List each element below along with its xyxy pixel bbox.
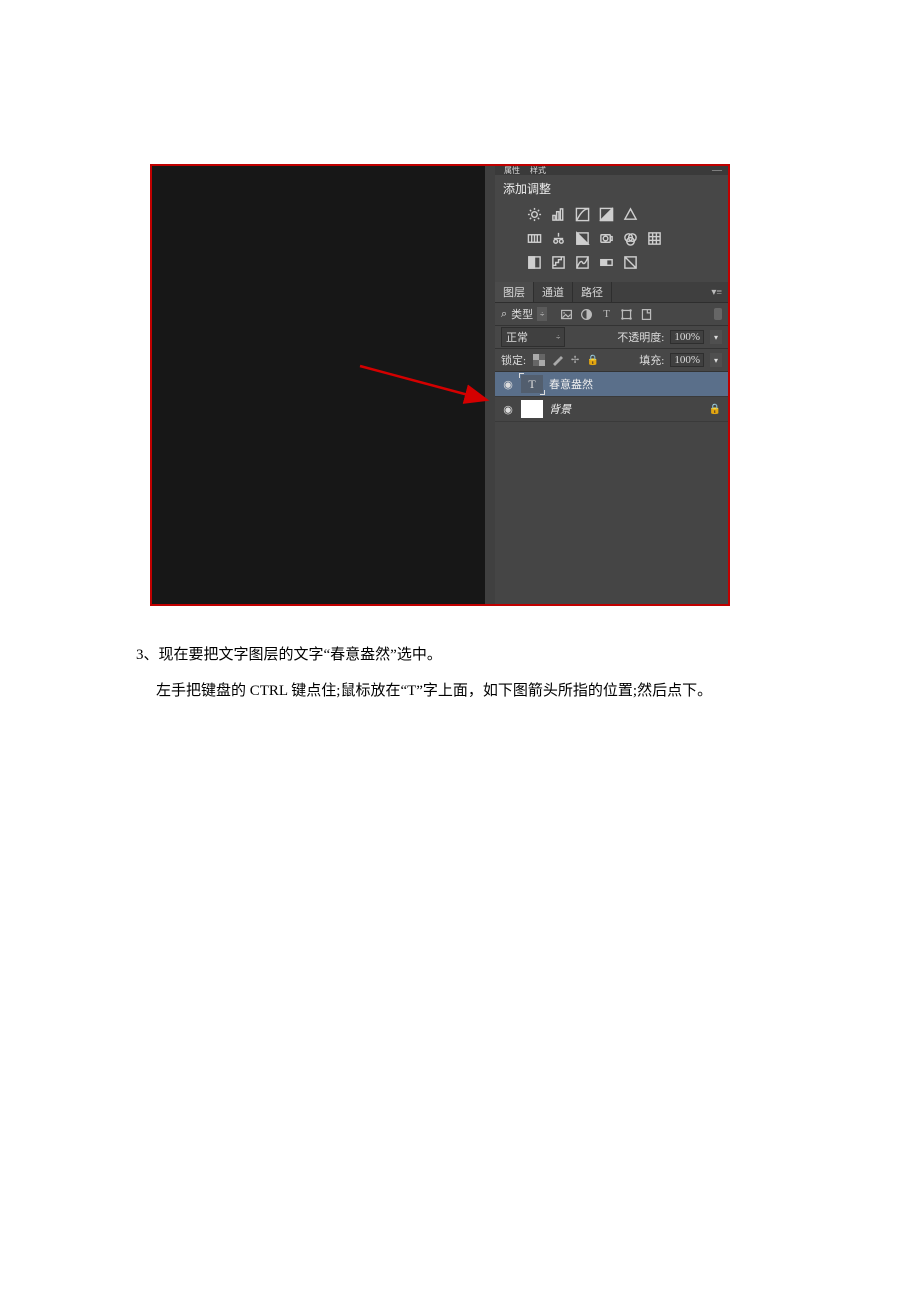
layer-row-text[interactable]: ◉ T 春意盎然 xyxy=(495,372,728,397)
panel-menu-icon[interactable]: ▾≡ xyxy=(711,287,722,298)
layer-lock-icon: 🔒 xyxy=(708,402,722,416)
channel-mixer-icon[interactable] xyxy=(621,229,639,247)
instruction-detail: 左手把键盘的 CTRL 键点住;鼠标放在“T”字上面，如下图箭头所指的位置;然后… xyxy=(156,676,712,706)
fill-label: 填充: xyxy=(639,352,664,368)
invert-icon[interactable] xyxy=(525,253,543,271)
filter-text-icon[interactable]: T xyxy=(599,307,614,322)
text-layer-thumbnail[interactable]: T xyxy=(521,375,543,393)
canvas-area xyxy=(152,166,485,604)
instruction-step-3: 3、现在要把文字图层的文字“春意盎然”选中。 xyxy=(136,640,442,670)
tab-layers[interactable]: 图层 xyxy=(495,282,534,302)
blend-mode-select[interactable]: 正常 ÷ xyxy=(501,327,565,347)
opacity-label: 不透明度: xyxy=(617,329,664,345)
opacity-value[interactable]: 100% xyxy=(670,330,704,344)
fill-value[interactable]: 100% xyxy=(670,353,704,367)
levels-icon[interactable] xyxy=(549,205,567,223)
layer-name[interactable]: 春意盎然 xyxy=(549,376,593,392)
visibility-eye-icon[interactable]: ◉ xyxy=(501,377,515,391)
background-layer-thumbnail[interactable] xyxy=(521,400,543,418)
panel-close-icon[interactable]: — xyxy=(712,165,722,176)
lock-pixels-icon[interactable] xyxy=(550,353,564,367)
dropdown-icon: ÷ xyxy=(556,333,560,342)
adjustments-row-1 xyxy=(495,202,728,226)
lock-all-icon[interactable]: 🔒 xyxy=(586,353,600,367)
visibility-eye-icon[interactable]: ◉ xyxy=(501,402,515,416)
lock-transparency-icon[interactable] xyxy=(532,353,546,367)
tab-styles[interactable]: 样式 xyxy=(530,165,546,176)
photoshop-screenshot: 属性 样式 — 添加调整 xyxy=(150,164,730,606)
filter-adjust-icon[interactable] xyxy=(579,307,594,322)
layer-filter-icons: T xyxy=(559,307,654,322)
posterize-icon[interactable] xyxy=(549,253,567,271)
lock-position-icon[interactable]: ✢ xyxy=(568,353,582,367)
filter-toggle[interactable] xyxy=(714,308,722,320)
selective-color-icon[interactable] xyxy=(621,253,639,271)
gradient-map-icon[interactable] xyxy=(597,253,615,271)
adjustments-panel: 添加调整 xyxy=(495,175,728,282)
properties-tabs: 属性 样式 — xyxy=(495,166,728,175)
bw-icon[interactable] xyxy=(573,229,591,247)
blend-mode-value: 正常 xyxy=(506,329,528,345)
fill-dropdown-icon[interactable]: ▾ xyxy=(710,353,722,367)
threshold-icon[interactable] xyxy=(573,253,591,271)
exposure-icon[interactable] xyxy=(597,205,615,223)
lock-label: 锁定: xyxy=(501,352,526,368)
dropdown-icon: ÷ xyxy=(537,307,547,321)
tab-paths[interactable]: 路径 xyxy=(573,282,612,302)
search-icon: ⌕ xyxy=(501,308,507,321)
right-panel-group: 属性 样式 — 添加调整 xyxy=(495,166,728,604)
photo-filter-icon[interactable] xyxy=(597,229,615,247)
color-balance-icon[interactable] xyxy=(549,229,567,247)
filter-pixel-icon[interactable] xyxy=(559,307,574,322)
layers-panel-tabs: 图层 通道 路径 ▾≡ xyxy=(495,282,728,303)
adjustments-row-2 xyxy=(495,226,728,250)
lock-row: 锁定: ✢ 🔒 填充: 100% ▾ xyxy=(495,349,728,372)
layer-row-background[interactable]: ◉ 背景 🔒 xyxy=(495,397,728,422)
curves-icon[interactable] xyxy=(573,205,591,223)
filter-shape-icon[interactable] xyxy=(619,307,634,322)
layer-name[interactable]: 背景 xyxy=(549,401,571,417)
filter-kind-label: 类型 xyxy=(511,306,533,322)
canvas-edge xyxy=(485,166,495,604)
blend-mode-row: 正常 ÷ 不透明度: 100% ▾ xyxy=(495,326,728,349)
layer-list: ◉ T 春意盎然 ◉ 背景 🔒 xyxy=(495,372,728,422)
adjustments-title: 添加调整 xyxy=(495,175,728,202)
vibrance-icon[interactable] xyxy=(621,205,639,223)
layer-filter-row: ⌕ 类型 ÷ T xyxy=(495,303,728,326)
adjustments-row-3 xyxy=(495,250,728,274)
filter-smart-icon[interactable] xyxy=(639,307,654,322)
tab-channels[interactable]: 通道 xyxy=(534,282,573,302)
color-lookup-icon[interactable] xyxy=(645,229,663,247)
brightness-icon[interactable] xyxy=(525,205,543,223)
hue-icon[interactable] xyxy=(525,229,543,247)
opacity-dropdown-icon[interactable]: ▾ xyxy=(710,330,722,344)
layer-filter-kind[interactable]: ⌕ 类型 ÷ xyxy=(501,306,547,322)
tab-properties[interactable]: 属性 xyxy=(504,165,520,176)
